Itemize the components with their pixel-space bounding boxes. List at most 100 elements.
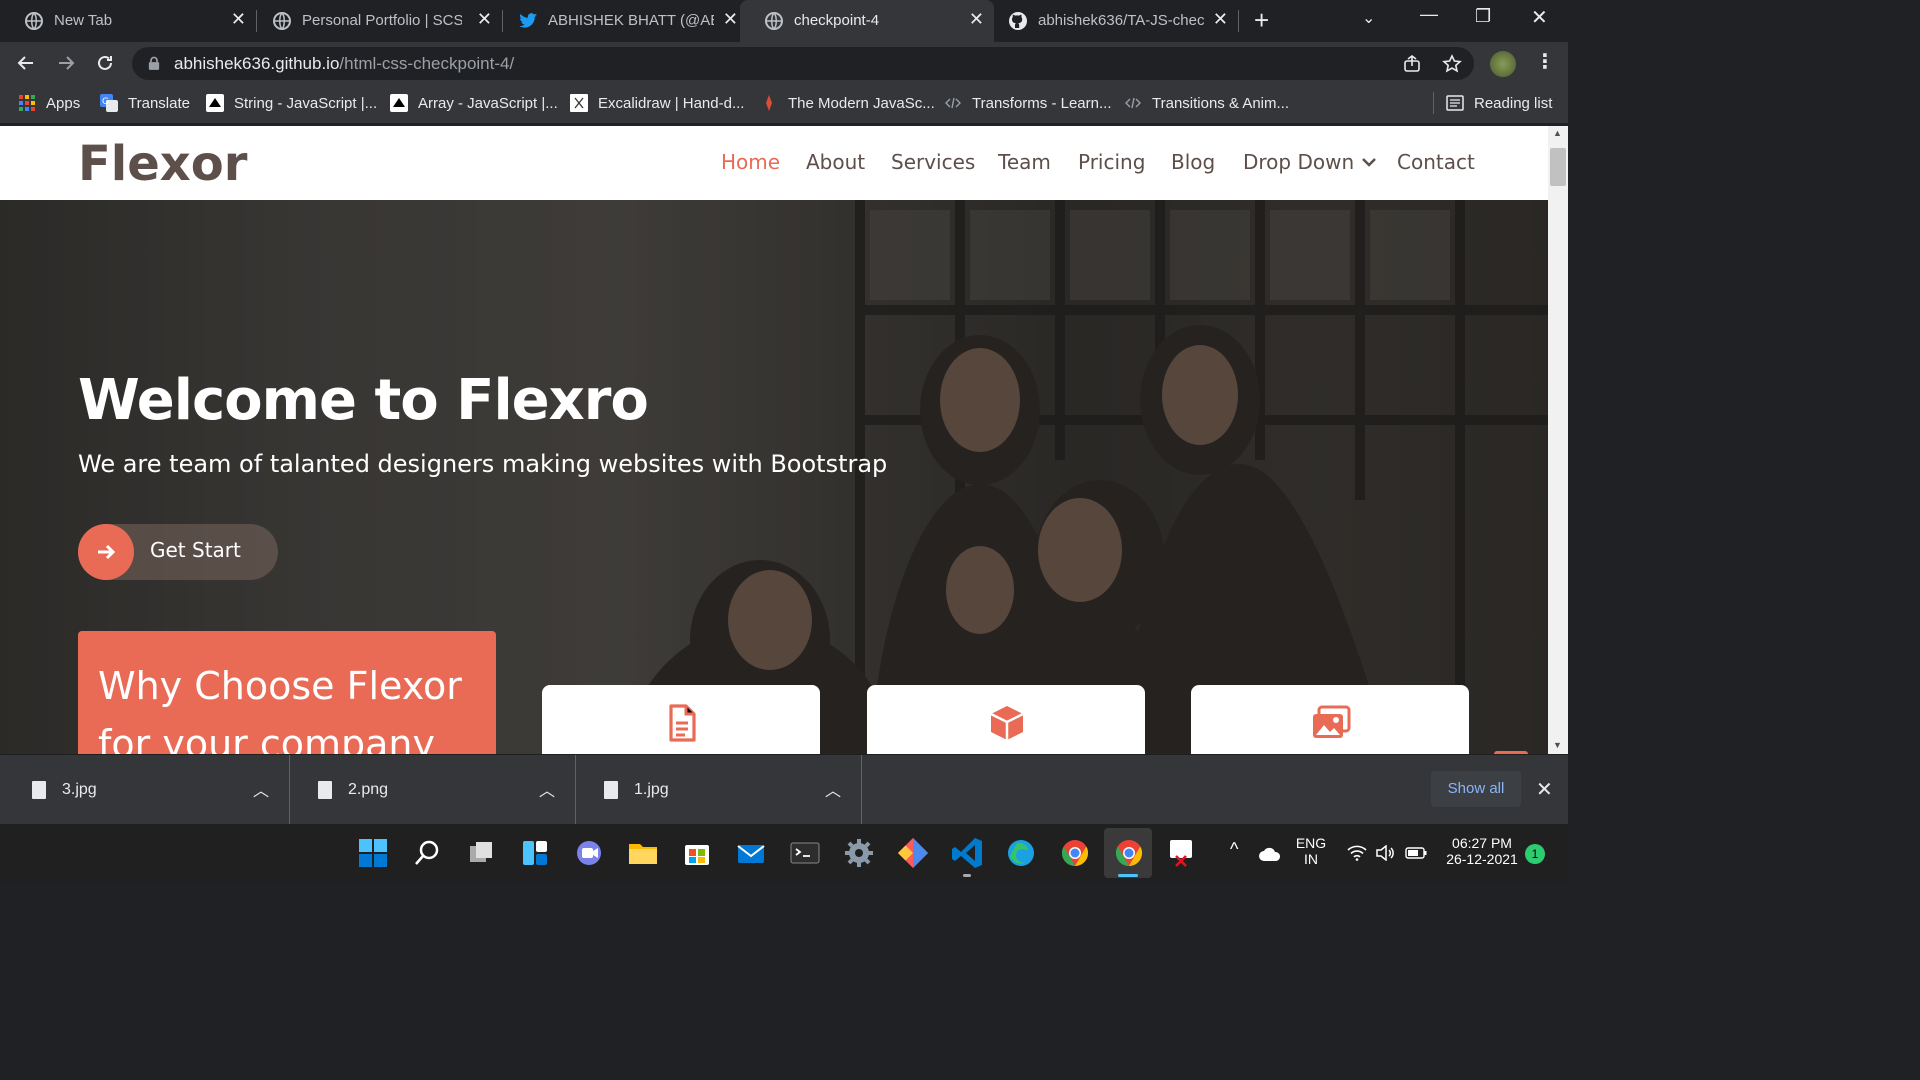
chevron-up-icon[interactable]: ︿ xyxy=(825,777,841,801)
get-start-label: Get Start xyxy=(150,538,241,562)
window-close-icon[interactable]: ✕ xyxy=(1531,5,1548,30)
nav-contact[interactable]: Contact xyxy=(1397,150,1475,174)
nav-team[interactable]: Team xyxy=(998,150,1051,174)
tab-checkpoint-4[interactable]: checkpoint-4 ✕ xyxy=(740,0,994,42)
chrome-icon[interactable] xyxy=(1056,834,1094,872)
close-icon[interactable]: ✕ xyxy=(231,9,246,30)
share-icon[interactable] xyxy=(1402,54,1422,74)
bookmark-label: String - JavaScript |... xyxy=(234,94,378,112)
download-filename: 1.jpg xyxy=(634,781,669,798)
tab-personal-portfolio[interactable]: Personal Portfolio | SCSS, ( ✕ xyxy=(248,0,502,42)
bookmark-label: The Modern JavaSc... xyxy=(788,94,935,112)
search-icon[interactable] xyxy=(408,834,446,872)
address-bar[interactable]: abhishek636.github.io/html-css-checkpoin… xyxy=(132,47,1474,80)
twitter-icon xyxy=(519,13,537,28)
back-arrow-icon[interactable] xyxy=(16,53,36,73)
notification-badge[interactable]: 1 xyxy=(1525,844,1545,864)
reading-list-icon xyxy=(1446,95,1464,111)
tab-new-tab[interactable]: New Tab ✕ xyxy=(0,0,256,42)
close-icon[interactable]: ✕ xyxy=(477,9,492,30)
edge-icon[interactable] xyxy=(1002,834,1040,872)
nav-pricing[interactable]: Pricing xyxy=(1078,150,1145,174)
git-client-icon[interactable] xyxy=(894,834,932,872)
snipping-tool-icon[interactable] xyxy=(1164,834,1202,872)
reload-icon[interactable] xyxy=(95,53,115,73)
scroll-thumb[interactable] xyxy=(1550,148,1566,186)
new-tab-button[interactable]: + xyxy=(1254,5,1269,36)
nav-blog[interactable]: Blog xyxy=(1171,150,1215,174)
page-scrollbar[interactable]: ▲ ▼ xyxy=(1548,126,1568,754)
mail-icon[interactable] xyxy=(732,834,770,872)
why-choose-box: Why Choose Flexor for your company xyxy=(78,631,496,754)
task-view-icon[interactable] xyxy=(462,834,500,872)
widgets-icon[interactable] xyxy=(516,834,554,872)
clock-time: 06:27 PM xyxy=(1452,835,1512,851)
globe-icon xyxy=(25,12,43,30)
bookmark-transitions[interactable]: Transitions & Anim... xyxy=(1124,94,1289,112)
language-code: ENG xyxy=(1295,835,1327,851)
file-icon xyxy=(318,781,332,799)
minimize-icon[interactable]: — xyxy=(1420,4,1438,25)
reading-list-button[interactable]: Reading list xyxy=(1446,94,1552,112)
bookmark-label: Excalidraw | Hand-d... xyxy=(598,94,745,112)
close-icon[interactable]: ✕ xyxy=(1213,9,1228,30)
forward-arrow-icon[interactable] xyxy=(56,53,76,73)
bookmark-label: Transforms - Learn... xyxy=(972,94,1112,112)
running-indicator xyxy=(1118,874,1138,877)
lock-icon[interactable] xyxy=(148,56,160,70)
show-all-button[interactable]: Show all xyxy=(1431,771,1521,807)
windows-taskbar: ^ ENG IN 06:27 PM 26-12-2021 1 xyxy=(0,824,1568,882)
download-item[interactable]: 1.jpg ︿ xyxy=(576,755,862,825)
nav-about[interactable]: About xyxy=(806,150,865,174)
menu-kebab-icon[interactable]: ⋮ xyxy=(1535,49,1555,74)
bookmark-array-js[interactable]: Array - JavaScript |... xyxy=(390,94,558,112)
bookmark-translate[interactable]: G Translate xyxy=(100,94,190,112)
tab-github[interactable]: abhishek636/TA-JS-check ✕ xyxy=(984,0,1238,42)
chevron-up-icon[interactable]: ︿ xyxy=(253,777,269,801)
profile-avatar[interactable] xyxy=(1490,51,1516,77)
onedrive-icon[interactable] xyxy=(1258,846,1282,862)
nav-dropdown[interactable]: Drop Down xyxy=(1243,150,1377,174)
tray-overflow-icon[interactable]: ^ xyxy=(1230,839,1238,860)
bookmark-excalidraw[interactable]: Excalidraw | Hand-d... xyxy=(570,94,744,112)
document-icon xyxy=(669,704,696,742)
volume-icon[interactable] xyxy=(1375,845,1395,861)
battery-icon[interactable] xyxy=(1405,846,1427,860)
bookmark-transforms[interactable]: Transforms - Learn... xyxy=(944,94,1111,112)
chevron-up-icon[interactable]: ︿ xyxy=(539,777,555,801)
vscode-icon[interactable] xyxy=(948,834,986,872)
bookmark-modern-js[interactable]: The Modern JavaSc... xyxy=(760,94,935,112)
terminal-icon[interactable] xyxy=(786,834,824,872)
download-item[interactable]: 3.jpg ︿ xyxy=(4,755,290,825)
scroll-up-icon[interactable]: ▲ xyxy=(1553,128,1562,138)
chat-icon[interactable] xyxy=(570,834,608,872)
file-icon xyxy=(32,781,46,799)
images-icon xyxy=(1313,705,1351,738)
cube-icon xyxy=(990,706,1024,740)
clock[interactable]: 06:27 PM 26-12-2021 xyxy=(1438,835,1526,867)
settings-gear-icon[interactable] xyxy=(840,834,878,872)
close-icon[interactable]: ✕ xyxy=(969,9,984,30)
tab-title: abhishek636/TA-JS-check xyxy=(1038,12,1204,29)
chrome-icon[interactable] xyxy=(1110,834,1148,872)
bookmark-string-js[interactable]: String - JavaScript |... xyxy=(206,94,377,112)
tab-search-icon[interactable]: ⌄ xyxy=(1362,8,1375,28)
tab-twitter[interactable]: ABHISHEK BHATT (@ABHI ✕ xyxy=(494,0,748,42)
close-icon[interactable]: ✕ xyxy=(723,9,738,30)
store-icon[interactable] xyxy=(678,834,716,872)
restore-icon[interactable]: ❐ xyxy=(1475,6,1491,27)
file-explorer-icon[interactable] xyxy=(624,834,662,872)
star-icon[interactable] xyxy=(1442,54,1462,74)
site-logo[interactable]: Flexor xyxy=(78,136,247,192)
download-item[interactable]: 2.png ︿ xyxy=(290,755,576,825)
language-indicator[interactable]: ENG IN xyxy=(1290,835,1332,867)
close-icon[interactable]: ✕ xyxy=(1536,777,1553,802)
nav-home[interactable]: Home xyxy=(721,150,780,174)
windows-start-icon[interactable] xyxy=(354,834,392,872)
get-start-button[interactable]: Get Start xyxy=(78,524,278,580)
arrow-right-icon xyxy=(78,524,134,580)
wifi-icon[interactable] xyxy=(1347,845,1367,861)
bookmark-apps[interactable]: Apps xyxy=(18,94,80,112)
nav-services[interactable]: Services xyxy=(891,150,975,174)
scroll-down-icon[interactable]: ▼ xyxy=(1553,740,1562,750)
